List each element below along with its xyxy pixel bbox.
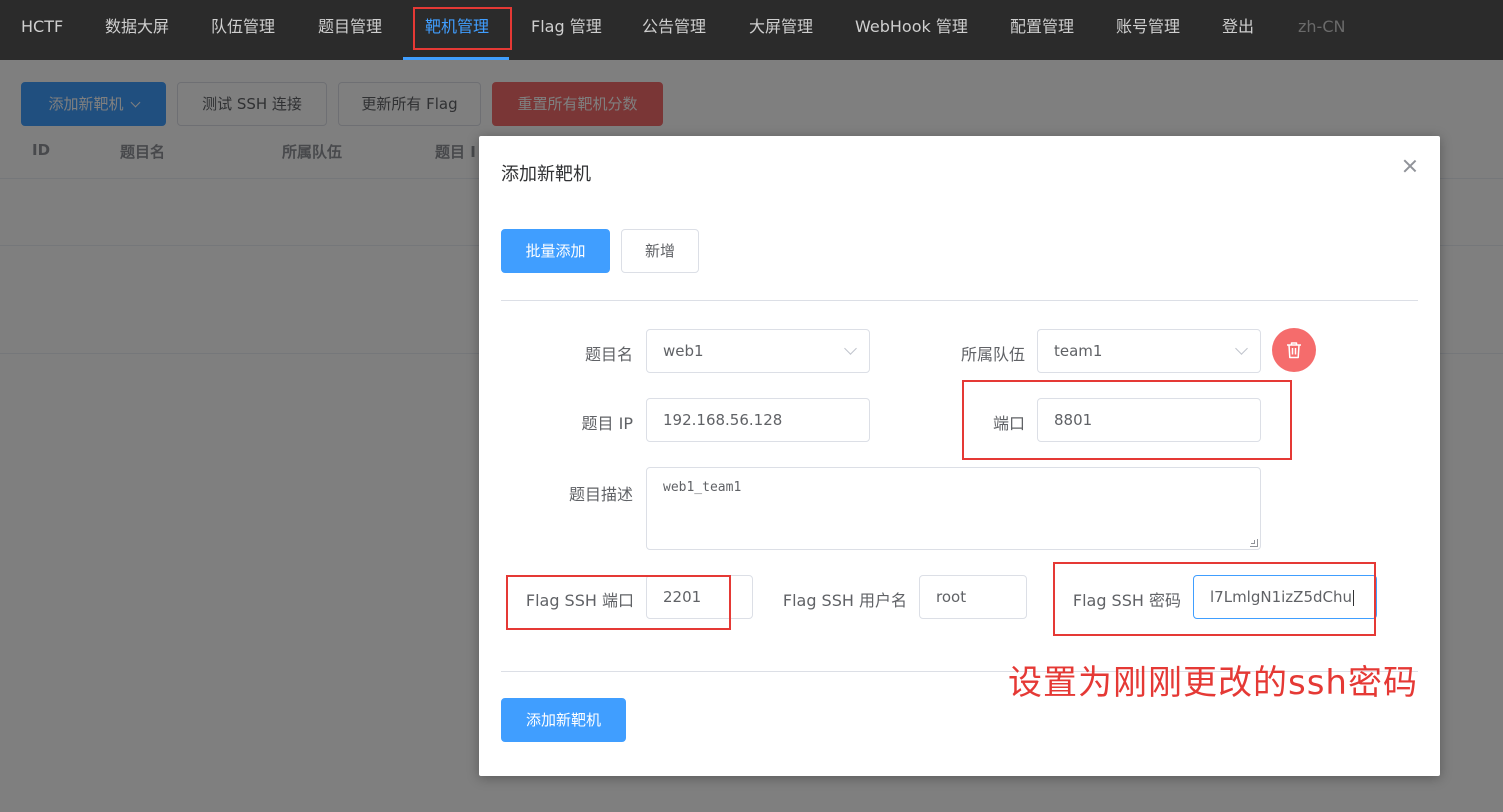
chevron-down-icon xyxy=(844,342,857,355)
ip-label: 题目 IP xyxy=(581,414,633,433)
port-input[interactable]: 8801 xyxy=(1037,398,1261,442)
nav-locale[interactable]: zh-CN xyxy=(1298,0,1345,60)
description-textarea[interactable]: web1_team1 xyxy=(646,467,1261,550)
close-icon[interactable] xyxy=(1401,157,1419,175)
nav-item-dashboard[interactable]: 数据大屏 xyxy=(105,0,169,60)
ssh-port-input[interactable]: 2201 xyxy=(646,575,753,619)
dialog-title: 添加新靶机 xyxy=(501,164,591,185)
nav-item-bulletins[interactable]: 公告管理 xyxy=(642,0,706,60)
port-label: 端口 xyxy=(992,414,1025,433)
ssh-password-value: l7LmlgN1izZ5dChu xyxy=(1210,588,1353,606)
ssh-password-label: Flag SSH 密码 xyxy=(1072,591,1181,610)
nav-item-flags[interactable]: Flag 管理 xyxy=(531,0,602,60)
top-navbar: HCTF 数据大屏 队伍管理 题目管理 靶机管理 Flag 管理 公告管理 大屏… xyxy=(0,0,1503,60)
dialog-divider xyxy=(501,300,1418,301)
batch-add-button[interactable]: 批量添加 xyxy=(501,229,610,273)
nav-item-config[interactable]: 配置管理 xyxy=(1010,0,1074,60)
text-cursor xyxy=(1353,589,1355,606)
new-row-button[interactable]: 新增 xyxy=(621,229,699,273)
nav-item-challenges[interactable]: 题目管理 xyxy=(318,0,382,60)
resize-handle[interactable] xyxy=(1250,539,1258,547)
chevron-down-icon xyxy=(1235,342,1248,355)
team-label: 所属队伍 xyxy=(960,345,1025,364)
trash-icon xyxy=(1287,342,1301,359)
submit-add-gamebox-button[interactable]: 添加新靶机 xyxy=(501,698,626,742)
ssh-user-input[interactable]: root xyxy=(919,575,1027,619)
nav-item-webhook[interactable]: WebHook 管理 xyxy=(855,0,968,60)
ssh-password-input[interactable]: l7LmlgN1izZ5dChu xyxy=(1193,575,1377,619)
nav-item-accounts[interactable]: 账号管理 xyxy=(1116,0,1180,60)
nav-item-screen[interactable]: 大屏管理 xyxy=(749,0,813,60)
challenge-label: 题目名 xyxy=(584,345,633,364)
team-value: team1 xyxy=(1054,342,1103,360)
ssh-user-label: Flag SSH 用户名 xyxy=(782,591,907,610)
challenge-select[interactable]: web1 xyxy=(646,329,870,373)
nav-brand[interactable]: HCTF xyxy=(21,0,63,60)
nav-item-logout[interactable]: 登出 xyxy=(1222,0,1254,60)
description-value: web1_team1 xyxy=(663,480,742,495)
ssh-port-label: Flag SSH 端口 xyxy=(525,591,634,610)
delete-row-button[interactable] xyxy=(1272,328,1316,372)
team-select[interactable]: team1 xyxy=(1037,329,1261,373)
nav-item-gameboxes[interactable]: 靶机管理 xyxy=(425,0,489,60)
nav-item-teams[interactable]: 队伍管理 xyxy=(211,0,275,60)
description-label: 题目描述 xyxy=(568,485,633,504)
ip-input[interactable]: 192.168.56.128 xyxy=(646,398,870,442)
annotation-note: 设置为刚刚更改的ssh密码 xyxy=(1008,663,1418,703)
challenge-value: web1 xyxy=(663,342,704,360)
